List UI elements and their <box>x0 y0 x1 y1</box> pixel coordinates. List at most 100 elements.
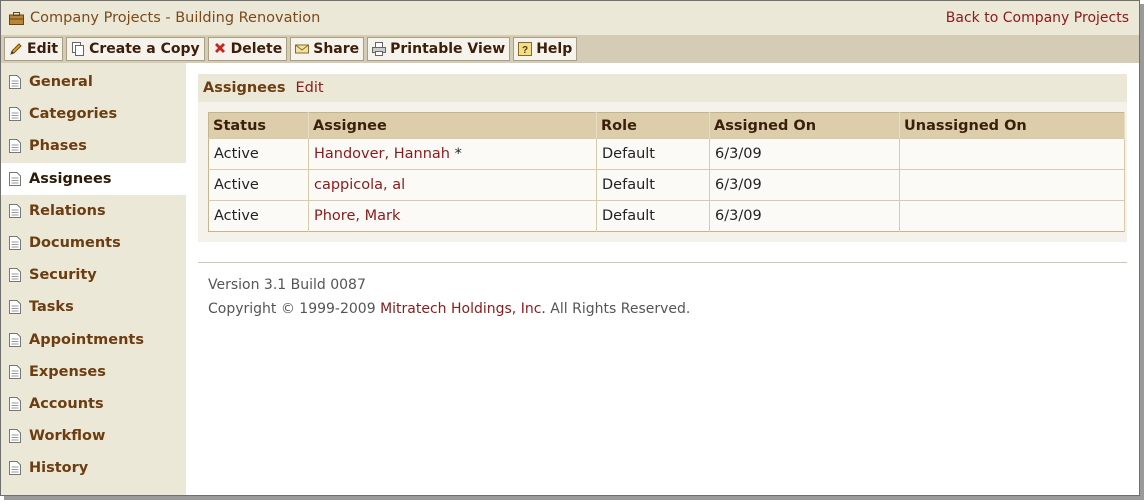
unassigned-on-cell <box>899 200 1125 232</box>
sidebar-item-relations[interactable]: Relations <box>1 195 186 227</box>
section-header: Assignees Edit <box>198 74 1127 102</box>
edit-button[interactable]: Edit <box>4 37 64 61</box>
document-icon <box>9 268 21 283</box>
printable-view-button-label: Printable View <box>390 41 506 57</box>
help-icon: ? <box>518 42 533 56</box>
share-button[interactable]: Share <box>290 37 365 61</box>
table-row: Active cappicola, al Default 6/3/09 <box>208 169 1125 201</box>
assignee-cell: cappicola, al <box>308 169 597 201</box>
assignees-section: Assignees Edit Status Assignee Role Assi… <box>198 74 1127 242</box>
document-icon <box>9 139 21 154</box>
sidebar-item-label: Tasks <box>29 299 74 316</box>
content-area: General Categories Phases Assignees Rela… <box>1 63 1139 495</box>
sidebar-item-label: Documents <box>29 235 121 252</box>
assignee-link[interactable]: Phore, Mark <box>314 208 400 224</box>
version-text: Version 3.1 Build 0087 <box>208 277 366 293</box>
sidebar-item-appointments[interactable]: Appointments <box>1 324 186 356</box>
back-to-company-projects-link[interactable]: Back to Company Projects <box>946 10 1129 26</box>
assigned-on-cell: 6/3/09 <box>709 138 900 170</box>
edit-assignees-link[interactable]: Edit <box>295 80 323 96</box>
unassigned-on-cell <box>899 138 1125 170</box>
column-header-status[interactable]: Status <box>208 112 309 139</box>
document-icon <box>9 236 21 251</box>
sidebar-item-label: Workflow <box>29 428 106 445</box>
pencil-icon <box>9 42 23 56</box>
column-header-assigned-on[interactable]: Assigned On <box>709 112 900 139</box>
sidebar-item-label: History <box>29 460 89 477</box>
sidebar-item-label: Security <box>29 267 97 284</box>
primary-marker: * <box>454 146 462 162</box>
sidebar-item-security[interactable]: Security <box>1 259 186 291</box>
sidebar-item-label: Appointments <box>29 331 144 348</box>
sidebar-item-label: Categories <box>29 106 118 123</box>
copy-icon <box>71 42 85 56</box>
sidebar-item-expenses[interactable]: Expenses <box>1 356 186 388</box>
sidebar-item-label: Accounts <box>29 395 104 412</box>
column-header-unassigned-on[interactable]: Unassigned On <box>899 112 1125 139</box>
table-row: Active Handover, Hannah * Default 6/3/09 <box>208 138 1125 170</box>
assignee-cell: Handover, Hannah * <box>308 138 597 170</box>
role-cell: Default <box>596 200 710 232</box>
sidebar-item-general[interactable]: General <box>1 66 186 98</box>
company-link[interactable]: Mitratech Holdings, Inc. <box>380 301 546 317</box>
assignees-table: Status Assignee Role Assigned On Unassig… <box>208 112 1125 232</box>
document-icon <box>9 107 21 122</box>
printable-view-button[interactable]: Printable View <box>367 37 511 61</box>
share-button-label: Share <box>313 41 360 57</box>
status-cell: Active <box>208 200 309 232</box>
app-window: Company Projects - Building Renovation B… <box>0 0 1140 496</box>
svg-text:?: ? <box>522 45 528 56</box>
role-cell: Default <box>596 169 710 201</box>
sidebar-item-phases[interactable]: Phases <box>1 130 186 162</box>
assignee-link[interactable]: cappicola, al <box>314 177 405 193</box>
assigned-on-cell: 6/3/09 <box>709 169 900 201</box>
title-group: Company Projects - Building Renovation <box>9 10 320 26</box>
delete-button[interactable]: Delete <box>207 37 288 61</box>
main-panel: Assignees Edit Status Assignee Role Assi… <box>186 63 1139 495</box>
sidebar-item-label: Phases <box>29 138 87 155</box>
copyright-suffix: All Rights Reserved. <box>545 301 691 317</box>
title-bar: Company Projects - Building Renovation B… <box>1 1 1139 35</box>
sidebar-item-tasks[interactable]: Tasks <box>1 291 186 323</box>
document-icon <box>9 332 21 347</box>
delete-button-label: Delete <box>230 41 283 57</box>
document-icon <box>9 203 21 218</box>
sidebar-item-documents[interactable]: Documents <box>1 227 186 259</box>
document-icon <box>9 300 21 315</box>
sidebar-item-workflow[interactable]: Workflow <box>1 420 186 452</box>
assigned-on-cell: 6/3/09 <box>709 200 900 232</box>
delete-x-icon <box>213 42 227 56</box>
create-copy-button[interactable]: Create a Copy <box>66 37 205 61</box>
sidebar-item-label: General <box>29 74 93 91</box>
document-icon <box>9 75 21 90</box>
sidebar-item-history[interactable]: History <box>1 452 186 484</box>
document-icon <box>9 461 21 476</box>
column-header-assignee[interactable]: Assignee <box>308 112 597 139</box>
printer-icon <box>372 42 387 56</box>
assignee-cell: Phore, Mark <box>308 200 597 232</box>
toolbar: Edit Create a Copy Delete Share Printabl… <box>1 35 1139 63</box>
document-icon <box>9 171 21 186</box>
sidebar-item-categories[interactable]: Categories <box>1 98 186 130</box>
envelope-icon <box>295 42 310 56</box>
briefcase-icon <box>9 11 24 25</box>
create-copy-button-label: Create a Copy <box>89 41 200 57</box>
status-cell: Active <box>208 169 309 201</box>
sidebar-item-label: Expenses <box>29 363 106 380</box>
section-title: Assignees <box>203 80 286 96</box>
table-row: Active Phore, Mark Default 6/3/09 <box>208 200 1125 232</box>
sidebar-item-label: Assignees <box>29 170 112 187</box>
status-cell: Active <box>208 138 309 170</box>
sidebar-item-label: Relations <box>29 202 106 219</box>
sidebar-item-accounts[interactable]: Accounts <box>1 388 186 420</box>
footer: Version 3.1 Build 0087 Copyright © 1999-… <box>198 262 1127 325</box>
role-cell: Default <box>596 138 710 170</box>
copyright-text: Copyright © 1999-2009 Mitratech Holdings… <box>208 301 1127 325</box>
document-icon <box>9 396 21 411</box>
column-header-role[interactable]: Role <box>596 112 710 139</box>
document-icon <box>9 429 21 444</box>
copyright-prefix: Copyright © 1999-2009 <box>208 301 381 317</box>
sidebar-item-assignees[interactable]: Assignees <box>1 162 186 195</box>
help-button[interactable]: ? Help <box>513 37 578 61</box>
assignee-link[interactable]: Handover, Hannah <box>314 146 450 162</box>
